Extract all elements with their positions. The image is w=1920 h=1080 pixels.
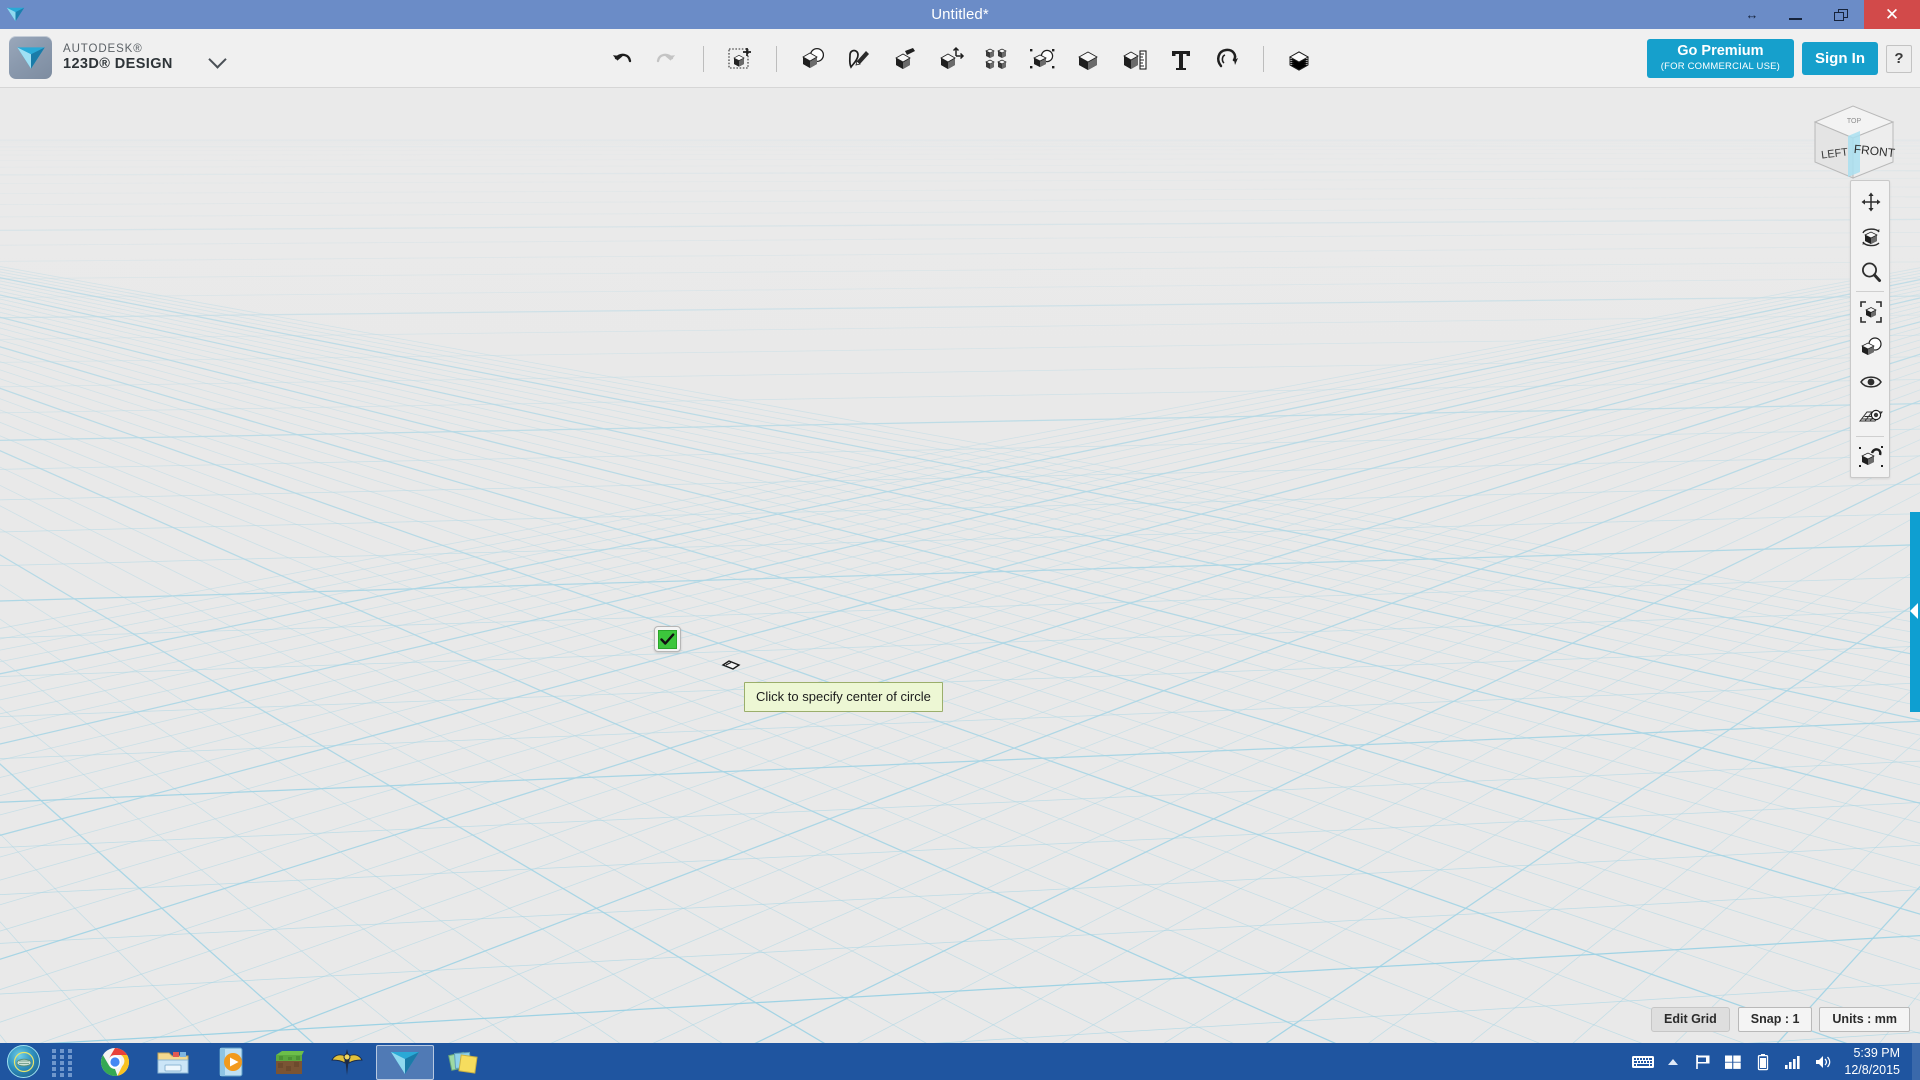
toolbar-divider-3: [1262, 45, 1264, 72]
tool-combine[interactable]: [1068, 38, 1110, 80]
zoom-tool-icon[interactable]: [1851, 254, 1891, 289]
taskbar-app-list: [86, 1044, 492, 1080]
go-premium-button[interactable]: Go Premium (FOR COMMERCIAL USE): [1646, 39, 1794, 78]
tool-pattern[interactable]: [976, 38, 1018, 80]
snap-field[interactable]: Snap : 1: [1737, 1007, 1813, 1032]
application-toolbar: AUTODESK® 123D® DESIGN Go Premium (FOR C…: [0, 29, 1920, 88]
svg-text:TOP: TOP: [1847, 118, 1862, 125]
system-tray: 5:39 PM 12/8/2015: [1628, 1043, 1920, 1080]
taskbar-item-game-launcher[interactable]: [318, 1045, 376, 1080]
tool-sketch[interactable]: [838, 38, 880, 80]
taskbar-item-minecraft[interactable]: [260, 1045, 318, 1080]
tool-construct[interactable]: [884, 38, 926, 80]
view-style-icon[interactable]: [1851, 329, 1891, 364]
account-actions: Go Premium (FOR COMMERCIAL USE) Sign In …: [1646, 29, 1912, 88]
show-hidden-icons-icon[interactable]: [1658, 1043, 1688, 1080]
new-sketch-button[interactable]: [719, 38, 761, 80]
pan-tool-icon[interactable]: [1851, 184, 1891, 219]
confirm-button[interactable]: [654, 626, 681, 652]
start-button[interactable]: [7, 1045, 40, 1078]
view-cube[interactable]: LEFT FRONT TOP: [1798, 96, 1908, 188]
window-title: Untitled*: [931, 6, 989, 23]
clock-time: 5:39 PM: [1853, 1046, 1900, 1061]
windows-icon[interactable]: [1718, 1043, 1748, 1080]
circle-center-cursor-icon: [721, 658, 741, 677]
network-signal-icon[interactable]: [1778, 1043, 1808, 1080]
tool-measure[interactable]: [1114, 38, 1156, 80]
show-desktop-button[interactable]: [1912, 1043, 1920, 1080]
visibility-eye-icon[interactable]: [1851, 364, 1891, 399]
clock-date: 12/8/2015: [1844, 1062, 1900, 1077]
taskbar-item-sticky-notes[interactable]: [434, 1045, 492, 1080]
toolbar-divider-2: [775, 45, 777, 72]
go-premium-sublabel: (FOR COMMERCIAL USE): [1660, 60, 1780, 72]
viewport-status-bar: Edit Grid Snap : 1 Units : mm: [1651, 1007, 1910, 1032]
taskbar-clock[interactable]: 5:39 PM 12/8/2015: [1838, 1045, 1912, 1078]
nav-divider-2: [1856, 436, 1884, 437]
tool-grouping[interactable]: [1022, 38, 1064, 80]
go-premium-label: Go Premium: [1677, 43, 1764, 60]
tool-material[interactable]: [1279, 38, 1321, 80]
fit-tool-icon[interactable]: [1851, 294, 1891, 329]
redo-button[interactable]: [646, 38, 688, 80]
taskbar-item-media-player[interactable]: [202, 1045, 260, 1080]
battery-icon[interactable]: [1748, 1043, 1778, 1080]
snap-settings-icon[interactable]: [1851, 439, 1891, 474]
action-center-flag-icon[interactable]: [1688, 1043, 1718, 1080]
close-button[interactable]: ✕: [1864, 0, 1920, 29]
minimize-button[interactable]: [1772, 0, 1818, 29]
windows-taskbar: 5:39 PM 12/8/2015: [0, 1043, 1920, 1080]
tool-modify[interactable]: [930, 38, 972, 80]
title-bar: Untitled* ↔ ✕: [0, 0, 1920, 29]
checkmark-icon: [658, 629, 677, 649]
units-field[interactable]: Units : mm: [1819, 1007, 1910, 1032]
nav-divider-1: [1856, 291, 1884, 292]
keyboard-icon[interactable]: [1628, 1043, 1658, 1080]
taskbar-dot-grip: [52, 1049, 74, 1077]
orbit-tool-icon[interactable]: [1851, 219, 1891, 254]
panel-expand-arrow-icon[interactable]: [1910, 603, 1918, 619]
3d-viewport[interactable]: LEFT FRONT TOP Click to specify center o…: [0, 88, 1920, 1043]
application-window: Untitled* ↔ ✕ AUTODESK® 123D® DESIGN Go …: [0, 0, 1920, 1080]
tool-snap[interactable]: [1206, 38, 1248, 80]
navigation-toolbar: [1850, 180, 1890, 478]
command-tooltip: Click to specify center of circle: [744, 682, 943, 712]
taskbar-item-file-explorer[interactable]: [144, 1045, 202, 1080]
tool-primitives[interactable]: [792, 38, 834, 80]
undo-button[interactable]: [600, 38, 642, 80]
perspective-grid: [0, 139, 1920, 1043]
help-button[interactable]: ?: [1886, 44, 1912, 73]
grid-display-icon[interactable]: [1851, 399, 1891, 434]
window-controls: ↔ ✕: [1732, 0, 1920, 29]
main-tool-group: [0, 29, 1920, 88]
taskbar-item-google-chrome[interactable]: [86, 1045, 144, 1080]
toolbar-divider: [702, 45, 704, 72]
volume-icon[interactable]: [1808, 1043, 1838, 1080]
sign-in-button[interactable]: Sign In: [1802, 42, 1878, 75]
taskbar-item-autodesk-123d-design[interactable]: [376, 1044, 434, 1080]
tool-text[interactable]: [1160, 38, 1202, 80]
edit-grid-button[interactable]: Edit Grid: [1651, 1007, 1730, 1032]
resize-grip-icon[interactable]: ↔: [1732, 0, 1772, 29]
maximize-button[interactable]: [1818, 0, 1864, 29]
